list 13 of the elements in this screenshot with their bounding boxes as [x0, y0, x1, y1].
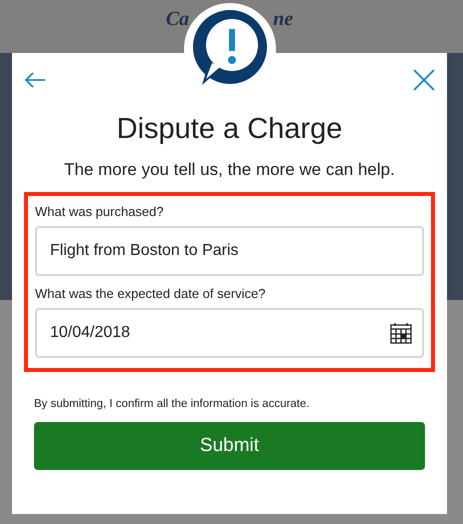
- dialog-subtitle: The more you tell us, the more we can help.: [63, 160, 396, 180]
- dialog-title: Dispute a Charge: [116, 113, 344, 146]
- calendar-icon[interactable]: [390, 322, 412, 344]
- logo-text: Ca: [166, 8, 190, 31]
- submit-button[interactable]: Submit: [34, 422, 425, 470]
- close-icon[interactable]: [413, 69, 435, 91]
- date-field[interactable]: 10/04/2018: [35, 308, 424, 358]
- back-arrow-icon[interactable]: [24, 72, 46, 88]
- field-label: What was purchased?: [35, 204, 165, 219]
- field-label: What was the expected date of service?: [35, 286, 267, 301]
- text-field[interactable]: Flight from Boston to Paris: [35, 226, 424, 276]
- logo-text: ne: [273, 8, 294, 31]
- disclaimer-text: By submitting, I confirm all the information is accurate.: [34, 398, 310, 410]
